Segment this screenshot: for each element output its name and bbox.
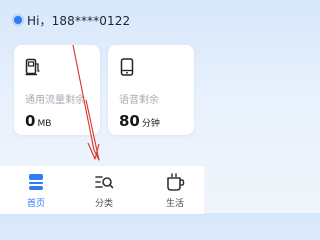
tab-category-label: 分类 xyxy=(94,199,113,209)
voice-value: 80 xyxy=(119,112,140,130)
flow-value: 0 xyxy=(25,112,36,130)
home-icon xyxy=(29,174,43,190)
cup-icon xyxy=(167,173,185,191)
voice-label: 语音剩余 xyxy=(119,95,159,106)
tab-life-label: 生活 xyxy=(165,199,184,209)
flow-balance-card[interactable]: 通用流量剩余 0 MB xyxy=(14,45,100,135)
voice-balance-card[interactable]: 语音剩余 80 分钟 xyxy=(108,45,194,135)
flow-label: 通用流量剩余 xyxy=(25,95,85,106)
tab-home-label: 首页 xyxy=(26,199,45,209)
flow-value-row: 0 MB xyxy=(25,112,51,130)
bottom-tab-bar: 首页 分类 生活 xyxy=(0,165,204,214)
category-search-icon xyxy=(95,176,114,189)
voice-value-row: 80 分钟 xyxy=(119,112,160,130)
phone-icon xyxy=(120,58,134,76)
voice-unit: 分钟 xyxy=(141,119,160,129)
fuel-pump-icon xyxy=(25,58,40,76)
tab-life[interactable]: 生活 xyxy=(155,172,195,209)
tab-category[interactable]: 分类 xyxy=(84,172,124,209)
flow-unit: MB xyxy=(37,119,52,129)
greeting: Hi，188****0122 xyxy=(14,11,130,29)
greeting-text: Hi，188****0122 xyxy=(27,13,131,28)
status-dot-icon xyxy=(14,16,22,24)
tab-home[interactable]: 首页 xyxy=(16,172,56,209)
